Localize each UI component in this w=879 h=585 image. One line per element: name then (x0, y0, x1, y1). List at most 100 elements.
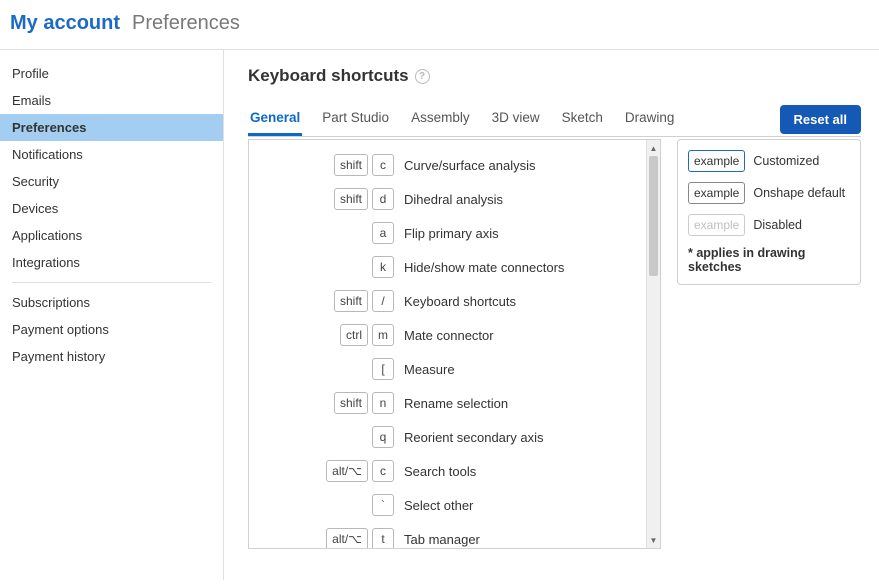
shortcut-row[interactable]: ` Select other (249, 488, 646, 522)
legend-label-default: Onshape default (753, 186, 845, 200)
key-cap: shift (334, 290, 368, 312)
page-section: Preferences (132, 12, 240, 35)
legend-disabled: example Disabled (688, 214, 850, 236)
legend-label-customized: Customized (753, 154, 819, 168)
legend-key-default: example (688, 182, 745, 204)
key-cap: ctrl (340, 324, 368, 346)
key-cap: t (372, 528, 394, 548)
tab-sketch[interactable]: Sketch (560, 102, 605, 136)
key-cap: q (372, 426, 394, 448)
sidebar-item-integrations[interactable]: Integrations (0, 249, 223, 276)
shortcut-list: shiftcCurve/surface analysisshiftdDihedr… (249, 140, 646, 548)
legend-key-disabled: example (688, 214, 745, 236)
shortcut-label: Flip primary axis (404, 226, 499, 241)
legend-customized: example Customized (688, 150, 850, 172)
shortcut-row[interactable]: ctrlmMate connector (249, 318, 646, 352)
key-cap: a (372, 222, 394, 244)
shortcut-row[interactable]: shiftcCurve/surface analysis (249, 148, 646, 182)
shortcut-keys: [ (249, 358, 404, 380)
key-cap: alt/⌥ (326, 460, 368, 482)
tab-3d-view[interactable]: 3D view (490, 102, 542, 136)
shortcut-label: Tab manager (404, 532, 480, 547)
shortcut-keys: a (249, 222, 404, 244)
shortcut-row[interactable]: a Flip primary axis (249, 216, 646, 250)
shortcut-keys: ctrlm (249, 324, 404, 346)
shortcut-row[interactable]: k Hide/show mate connectors (249, 250, 646, 284)
shortcut-keys: ` (249, 494, 404, 516)
shortcut-label: Hide/show mate connectors (404, 260, 564, 275)
shortcut-row[interactable]: [ Measure (249, 352, 646, 386)
tab-drawing[interactable]: Drawing (623, 102, 677, 136)
shortcut-label: Reorient secondary axis (404, 430, 543, 445)
key-cap: m (372, 324, 394, 346)
page-title: My account (10, 12, 120, 35)
shortcut-keys: k (249, 256, 404, 278)
shortcut-row[interactable]: alt/⌥c Search tools (249, 454, 646, 488)
shortcut-label: Rename selection (404, 396, 508, 411)
sidebar-item-notifications[interactable]: Notifications (0, 141, 223, 168)
key-cap: shift (334, 154, 368, 176)
shortcut-panel: shiftcCurve/surface analysisshiftdDihedr… (248, 139, 661, 549)
shortcut-label: Keyboard shortcuts (404, 294, 516, 309)
key-cap: shift (334, 188, 368, 210)
sidebar-item-profile[interactable]: Profile (0, 60, 223, 87)
legend-default: example Onshape default (688, 182, 850, 204)
key-cap: n (372, 392, 394, 414)
shortcut-row[interactable]: shiftnRename selection (249, 386, 646, 420)
legend-label-disabled: Disabled (753, 218, 802, 232)
key-cap: k (372, 256, 394, 278)
sidebar-item-security[interactable]: Security (0, 168, 223, 195)
sidebar-item-devices[interactable]: Devices (0, 195, 223, 222)
scroll-track[interactable] (647, 156, 660, 532)
section-title-text: Keyboard shortcuts (248, 66, 409, 86)
shortcut-label: Dihedral analysis (404, 192, 503, 207)
shortcut-keys: shiftd (249, 188, 404, 210)
legend-note: * applies in drawing sketches (688, 246, 850, 274)
shortcut-toolbar: General Part Studio Assembly 3D view Sketch D… (248, 102, 861, 137)
scroll-down-button[interactable]: ▼ (647, 532, 660, 548)
shortcut-keys: shiftc (249, 154, 404, 176)
tab-bar: General Part Studio Assembly 3D view Sketch D… (248, 102, 676, 136)
sidebar-item-applications[interactable]: Applications (0, 222, 223, 249)
tab-assembly[interactable]: Assembly (409, 102, 472, 136)
legend-key-customized: example (688, 150, 745, 172)
shortcut-keys: shiftn (249, 392, 404, 414)
section-title: Keyboard shortcuts ? (248, 66, 861, 86)
shortcut-row[interactable]: alt/⌥tTab manager (249, 522, 646, 548)
shortcut-label: Mate connector (404, 328, 494, 343)
key-cap: [ (372, 358, 394, 380)
shortcut-label: Measure (404, 362, 455, 377)
main-panel: Keyboard shortcuts ? General Part Studio A… (224, 50, 879, 580)
help-icon[interactable]: ? (415, 69, 430, 84)
key-cap: ` (372, 494, 394, 516)
key-cap: shift (334, 392, 368, 414)
page-header: My account Preferences (0, 0, 879, 50)
key-cap: alt/⌥ (326, 528, 368, 548)
tab-part-studio[interactable]: Part Studio (320, 102, 391, 136)
sidebar-item-payment-history[interactable]: Payment history (0, 343, 223, 370)
scroll-up-button[interactable]: ▲ (647, 140, 660, 156)
sidebar-item-subscriptions[interactable]: Subscriptions (0, 289, 223, 316)
shortcut-keys: alt/⌥t (249, 528, 404, 548)
shortcut-label: Curve/surface analysis (404, 158, 536, 173)
sidebar-item-preferences[interactable]: Preferences (0, 114, 223, 141)
tab-general[interactable]: General (248, 102, 302, 136)
reset-all-button[interactable]: Reset all (780, 105, 861, 134)
sidebar-item-emails[interactable]: Emails (0, 87, 223, 114)
key-cap: d (372, 188, 394, 210)
key-cap: c (372, 460, 394, 482)
key-cap: c (372, 154, 394, 176)
shortcut-label: Select other (404, 498, 473, 513)
scroll-thumb[interactable] (649, 156, 658, 276)
shortcut-row[interactable]: shiftdDihedral analysis (249, 182, 646, 216)
sidebar-divider (12, 282, 211, 283)
shortcut-row[interactable]: q Reorient secondary axis (249, 420, 646, 454)
shortcut-label: Search tools (404, 464, 476, 479)
legend-panel: example Customized example Onshape defau… (677, 139, 861, 285)
sidebar-item-payment-options[interactable]: Payment options (0, 316, 223, 343)
scrollbar[interactable]: ▲ ▼ (646, 140, 660, 548)
shortcut-row[interactable]: shift/Keyboard shortcuts (249, 284, 646, 318)
key-cap: / (372, 290, 394, 312)
sidebar: ProfileEmailsPreferencesNotificationsSec… (0, 50, 224, 580)
shortcut-keys: shift/ (249, 290, 404, 312)
